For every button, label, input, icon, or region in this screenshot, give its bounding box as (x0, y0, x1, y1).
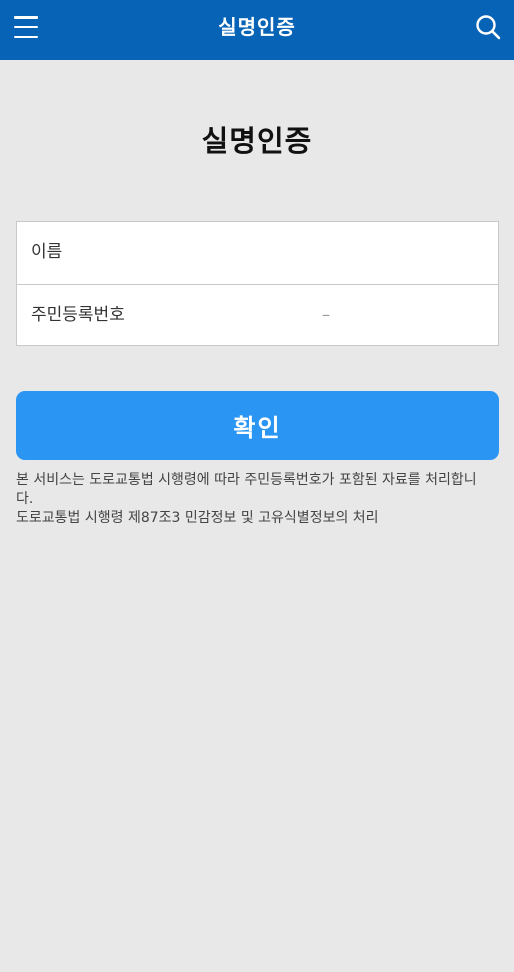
rrn-back-input[interactable] (347, 295, 491, 337)
name-input[interactable] (107, 232, 491, 274)
notice-line: 도로교통법 시행령 제87조3 민감정보 및 고유식별정보의 처리 (16, 510, 379, 526)
top-app-bar: 실명인증 (0, 0, 514, 60)
header-title: 실명인증 (218, 15, 296, 39)
notice-line: 본 서비스는 도로교통법 시행령에 따라 주민등록번호가 포함된 자료를 처리합… (16, 472, 477, 507)
page-title: 실명인증 (201, 124, 313, 158)
confirm-button[interactable]: 확인 (16, 391, 499, 460)
name-label: 이름 (31, 242, 63, 262)
verification-form: 이름 주민등록번호 – (16, 221, 499, 346)
rrn-row: 주민등록번호 – (17, 284, 498, 346)
rrn-separator: – (322, 305, 330, 324)
name-row: 이름 (17, 222, 498, 284)
privacy-notice: 본 서비스는 도로교통법 시행령에 따라 주민등록번호가 포함된 자료를 처리합… (16, 471, 486, 528)
search-icon[interactable] (474, 13, 502, 41)
rrn-label: 주민등록번호 (31, 305, 125, 325)
rrn-front-input[interactable] (167, 295, 301, 337)
